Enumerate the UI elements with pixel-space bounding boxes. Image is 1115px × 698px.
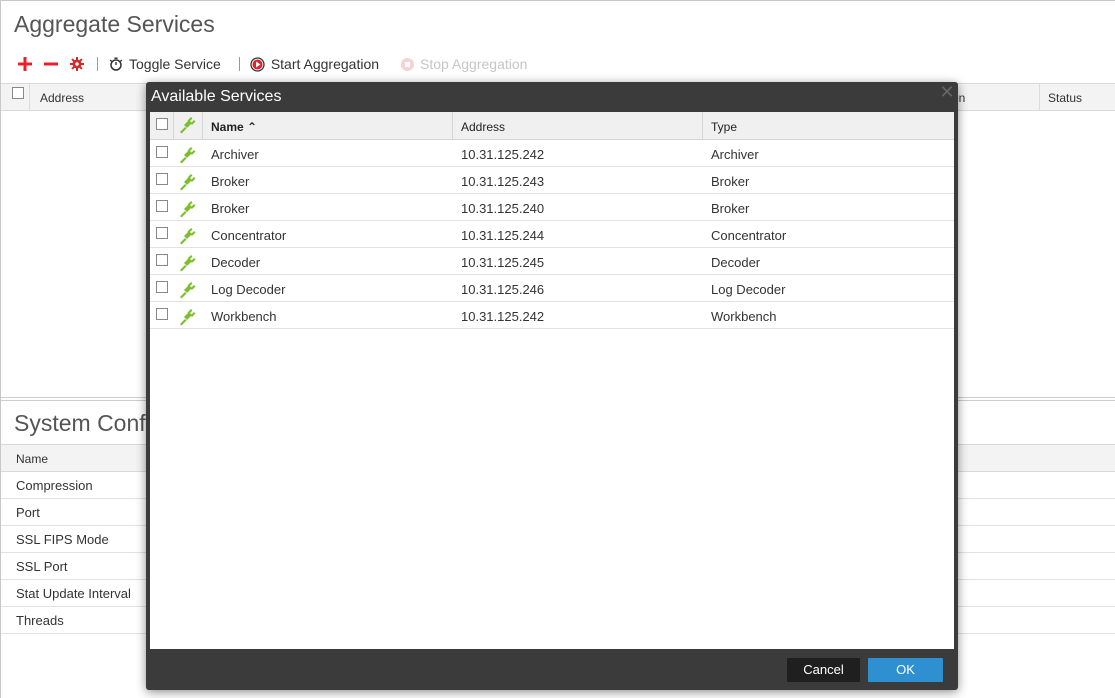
dialog-title: Available Services: [151, 88, 282, 105]
plug-icon: [178, 308, 196, 329]
plug-icon: [178, 173, 196, 194]
settings-gear-icon[interactable]: [69, 56, 85, 72]
row-checkbox[interactable]: [156, 227, 168, 239]
toolbar: Toggle Service Start Aggregation Stop Ag…: [17, 53, 533, 75]
table-row[interactable]: Decoder 10.31.125.245 Decoder: [150, 248, 954, 275]
service-name: Workbench: [211, 309, 277, 324]
table-row[interactable]: Concentrator 10.31.125.244 Concentrator: [150, 221, 954, 248]
row-checkbox[interactable]: [156, 146, 168, 158]
play-circle-icon: [250, 56, 266, 72]
column-divider: [29, 84, 30, 111]
table-row[interactable]: Workbench 10.31.125.242 Workbench: [150, 302, 954, 329]
service-address: 10.31.125.242: [461, 309, 545, 324]
column-divider: [173, 112, 174, 139]
column-status[interactable]: Status: [1048, 91, 1082, 105]
close-icon[interactable]: ✕: [938, 83, 956, 101]
service-name: Broker: [211, 201, 250, 216]
service-type: Broker: [711, 201, 750, 216]
toolbar-divider: [97, 57, 98, 71]
column-address[interactable]: Address: [461, 120, 505, 134]
service-name: Log Decoder: [211, 282, 286, 297]
select-all-checkbox[interactable]: [156, 118, 168, 130]
service-address: 10.31.125.242: [461, 147, 545, 162]
toolbar-divider: [238, 57, 240, 71]
column-address[interactable]: Address: [40, 91, 84, 105]
page-title: Aggregate Services: [14, 11, 215, 37]
service-name: Decoder: [211, 255, 261, 270]
select-all-checkbox[interactable]: [12, 87, 24, 99]
stop-aggregation-button[interactable]: Stop Aggregation: [399, 56, 527, 72]
table-row[interactable]: Broker 10.31.125.243 Broker: [150, 167, 954, 194]
table-row[interactable]: Log Decoder 10.31.125.246 Log Decoder: [150, 275, 954, 302]
table-row[interactable]: Archiver 10.31.125.242 Archiver: [150, 140, 954, 167]
plug-icon: [178, 200, 196, 221]
plug-icon: [178, 116, 196, 137]
service-name: Broker: [211, 174, 250, 189]
dialog-footer: Cancel OK: [150, 650, 954, 686]
ok-button[interactable]: OK: [868, 658, 943, 682]
services-table-body: Archiver 10.31.125.242 Archiver Broker 10.31…: [150, 140, 954, 329]
column-divider: [452, 112, 453, 139]
toggle-service-button[interactable]: Toggle Service: [108, 56, 221, 72]
stop-circle-icon: [399, 56, 415, 72]
row-checkbox[interactable]: [156, 308, 168, 320]
available-services-dialog: Available Services ✕ Name ⌃ Address Type…: [146, 82, 958, 690]
service-type: Broker: [711, 174, 750, 189]
service-type: Decoder: [711, 255, 761, 270]
cancel-button[interactable]: Cancel: [787, 658, 860, 682]
plug-icon: [178, 254, 196, 275]
services-table: Name ⌃ Address Type Archiver 10.31.125.24…: [150, 112, 954, 649]
service-type: Concentrator: [711, 228, 787, 243]
column-type[interactable]: Type: [711, 120, 737, 134]
service-type: Workbench: [711, 309, 777, 324]
service-address: 10.31.125.243: [461, 174, 545, 189]
column-divider: [1039, 84, 1040, 111]
start-aggregation-label: Start Aggregation: [270, 56, 380, 72]
services-table-header: Name ⌃ Address Type: [150, 112, 954, 140]
start-aggregation-button[interactable]: Start Aggregation: [250, 56, 379, 72]
service-type: Log Decoder: [711, 282, 786, 297]
column-divider: [202, 112, 203, 139]
table-row[interactable]: Broker 10.31.125.240 Broker: [150, 194, 954, 221]
plug-icon: [178, 227, 196, 248]
aggregate-services-page: Aggregate Services Toggle Service Start …: [0, 0, 1115, 698]
service-name: Archiver: [211, 147, 259, 162]
column-name[interactable]: Name: [16, 452, 48, 466]
row-checkbox[interactable]: [156, 254, 168, 266]
column-divider: [702, 112, 703, 139]
plug-icon: [178, 146, 196, 167]
service-type: Archiver: [711, 147, 759, 162]
plug-icon: [178, 281, 196, 302]
service-address: 10.31.125.240: [461, 201, 545, 216]
row-checkbox[interactable]: [156, 173, 168, 185]
remove-icon[interactable]: [43, 56, 59, 72]
row-checkbox[interactable]: [156, 281, 168, 293]
service-address: 10.31.125.244: [461, 228, 545, 243]
row-checkbox[interactable]: [156, 200, 168, 212]
system-config-title: System Confi: [14, 410, 151, 436]
service-address: 10.31.125.245: [461, 255, 545, 270]
service-name: Concentrator: [211, 228, 287, 243]
column-name-sort[interactable]: Name ⌃: [211, 120, 257, 134]
stop-aggregation-label: Stop Aggregation: [420, 56, 528, 72]
stopwatch-icon: [108, 56, 124, 72]
service-address: 10.31.125.246: [461, 282, 545, 297]
add-icon[interactable]: [17, 56, 33, 72]
toggle-service-label: Toggle Service: [129, 56, 221, 72]
